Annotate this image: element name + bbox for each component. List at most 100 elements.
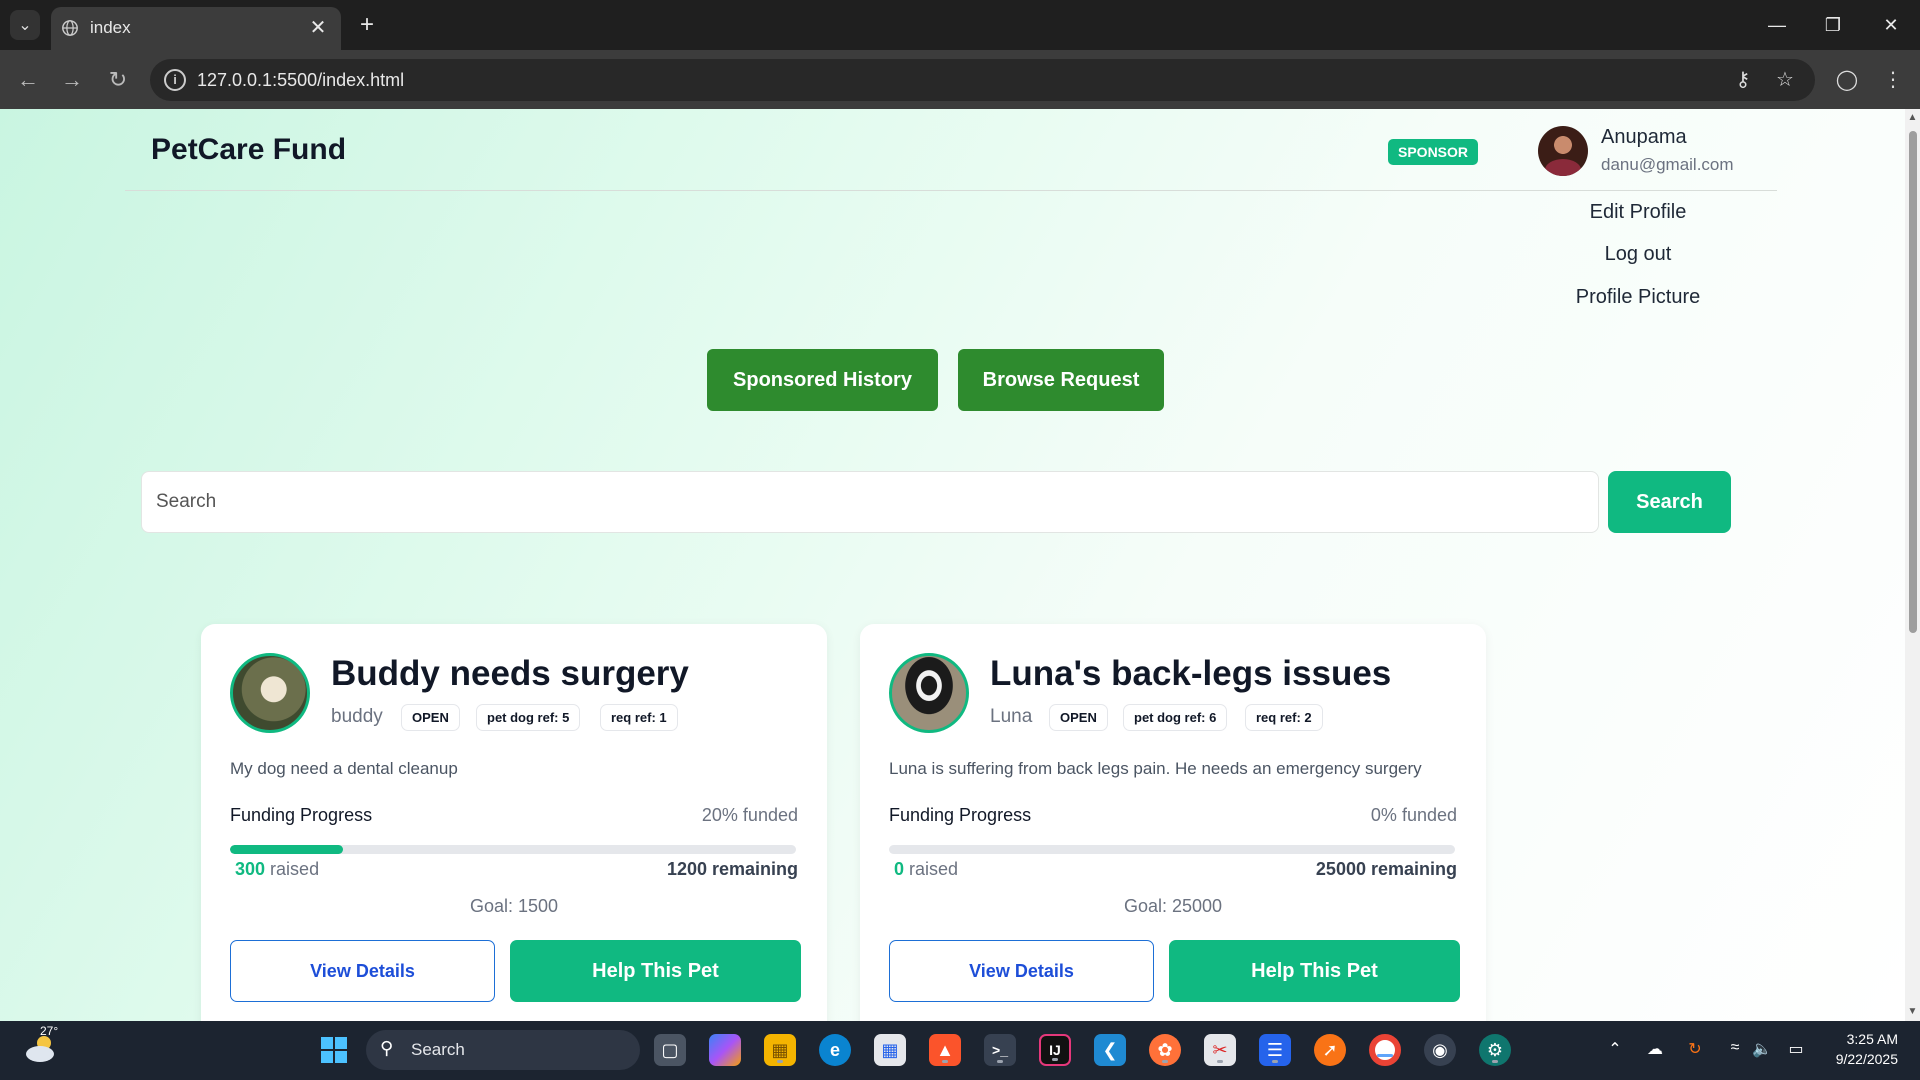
remaining-amount: 1200 remaining [666, 859, 798, 879]
brave-icon[interactable]: ▲ [929, 1034, 961, 1066]
pet-ref-badge: pet dog ref: 6 [1123, 704, 1228, 731]
clock-date[interactable]: 9/22/2025 [1820, 1051, 1898, 1067]
remaining-amount: 25000 remaining [1315, 859, 1457, 879]
obs-icon[interactable]: ◉ [1424, 1034, 1456, 1066]
browser-menu-icon[interactable]: ⋮ [1878, 65, 1908, 95]
clock-time[interactable]: 3:25 AM [1838, 1031, 1898, 1047]
scroll-down-icon[interactable]: ▼ [1907, 1006, 1918, 1018]
browser-tab-bar: ⌄ index ✕ + — ❐ ✕ [0, 0, 1920, 50]
pet-photo [230, 653, 310, 733]
menu-log-out[interactable]: Log out [1538, 243, 1738, 266]
scroll-up-icon[interactable]: ▲ [1907, 112, 1918, 124]
globe-icon [62, 20, 78, 36]
site-info-icon[interactable]: i [164, 69, 186, 91]
role-badge: SPONSOR [1388, 139, 1479, 165]
copilot-icon[interactable] [709, 1034, 741, 1066]
pet-name: buddy [331, 706, 383, 727]
firefox-icon[interactable]: ✿ [1149, 1034, 1181, 1066]
pet-card: Buddy needs surgery buddy OPEN pet dog r… [201, 624, 827, 1021]
view-details-button[interactable]: View Details [889, 940, 1154, 1002]
funding-progress-fill [230, 845, 344, 854]
help-this-pet-button[interactable]: Help This Pet [1169, 940, 1460, 1002]
sync-icon[interactable]: ↻ [1683, 1039, 1707, 1059]
scroll-thumb[interactable] [1909, 131, 1917, 633]
new-tab-icon[interactable]: + [352, 10, 382, 40]
onedrive-cloud-icon[interactable]: ☁ [1643, 1039, 1667, 1059]
menu-edit-profile[interactable]: Edit Profile [1538, 201, 1738, 224]
tab-close-icon[interactable]: ✕ [305, 15, 331, 40]
funded-percent: 0% funded [1370, 805, 1457, 825]
goal-amount: Goal: 1500 [469, 896, 559, 916]
restore-icon[interactable]: ❐ [1818, 10, 1848, 40]
omnibox[interactable]: i 127.0.0.1:5500/index.html ⚷ ☆ [150, 59, 1815, 101]
card-description: My dog need a dental cleanup [230, 759, 458, 778]
page-viewport: PetCare Fund SPONSOR Anupama danu@gmail.… [0, 109, 1905, 1021]
notepad-icon[interactable]: ☰ [1259, 1034, 1291, 1066]
store-icon[interactable]: ▦ [874, 1034, 906, 1066]
user-email: danu@gmail.com [1601, 155, 1734, 174]
raised-number: 0 [894, 859, 905, 879]
funding-progress-bar [889, 845, 1455, 854]
user-name: Anupama [1601, 126, 1687, 148]
view-details-button[interactable]: View Details [230, 940, 495, 1002]
url-text[interactable]: 127.0.0.1:5500/index.html [197, 70, 404, 91]
goal-amount: Goal: 25000 [1123, 896, 1223, 916]
card-title: Buddy needs surgery [331, 654, 689, 693]
terminal-icon[interactable]: >_ [984, 1034, 1016, 1066]
volume-icon[interactable]: 🔈 [1750, 1039, 1774, 1059]
page-scrollbar[interactable]: ▲ ▼ [1905, 109, 1920, 1021]
pet-name: Luna [990, 706, 1033, 727]
tab-search-chevron-icon[interactable]: ⌄ [10, 10, 40, 40]
postman-icon[interactable]: ➚ [1314, 1034, 1346, 1066]
battery-icon[interactable]: ▭ [1784, 1039, 1808, 1059]
snipping-tool-icon[interactable]: ✂ [1204, 1034, 1236, 1066]
card-description: Luna is suffering from back legs pain. H… [889, 759, 1422, 778]
task-view-icon[interactable]: ▢ [654, 1034, 686, 1066]
edge-icon[interactable]: e [819, 1034, 851, 1066]
raised-amount: 0 raised [894, 859, 958, 880]
file-explorer-icon[interactable]: ▦ [764, 1034, 796, 1066]
profile-icon[interactable]: ◯ [1832, 65, 1862, 95]
taskbar-search-text: Search [411, 1040, 465, 1059]
reload-icon[interactable]: ↻ [103, 65, 133, 95]
help-this-pet-button[interactable]: Help This Pet [510, 940, 801, 1002]
search-button[interactable]: Search [1608, 471, 1731, 533]
address-bar-row: ← → ↻ i 127.0.0.1:5500/index.html ⚷ ☆ ◯ … [0, 50, 1920, 109]
chrome-icon[interactable] [1369, 1034, 1401, 1066]
card-title: Luna's back-legs issues [990, 654, 1392, 693]
intellij-icon[interactable]: IJ [1039, 1034, 1071, 1066]
search-icon: ⚲ [380, 1038, 394, 1058]
browse-request-button[interactable]: Browse Request [958, 349, 1164, 411]
back-icon[interactable]: ← [13, 65, 43, 95]
window-close-icon[interactable]: ✕ [1876, 10, 1906, 40]
password-key-icon[interactable]: ⚷ [1730, 67, 1756, 93]
funded-percent: 20% funded [701, 805, 798, 825]
weather-temperature: 27° [40, 1024, 59, 1038]
minimize-icon[interactable]: — [1762, 10, 1792, 40]
req-ref-badge: req ref: 1 [600, 704, 678, 731]
vscode-icon[interactable]: ❮ [1094, 1034, 1126, 1066]
menu-profile-picture[interactable]: Profile Picture [1538, 286, 1738, 309]
status-badge: OPEN [1049, 704, 1108, 731]
pet-ref-badge: pet dog ref: 5 [476, 704, 581, 731]
wifi-icon[interactable]: ≈ [1723, 1039, 1747, 1057]
raised-suffix: raised [904, 859, 959, 879]
windows-start-icon[interactable] [318, 1034, 350, 1066]
avatar[interactable] [1538, 126, 1588, 176]
browser-tab[interactable]: index ✕ [51, 7, 341, 50]
settings-gear-icon[interactable]: ⚙ [1479, 1034, 1511, 1066]
forward-icon[interactable]: → [57, 65, 87, 95]
taskbar: 27° ⚲ Search ▢ ▦ e ▦ ▲ >_ IJ ❮ ✿ ✂ ☰ ➚ ◉… [0, 1021, 1920, 1080]
bookmark-star-icon[interactable]: ☆ [1772, 67, 1798, 93]
raised-amount: 300 raised [235, 859, 319, 880]
tray-chevron-up-icon[interactable]: ⌃ [1603, 1039, 1627, 1059]
funding-label: Funding Progress [889, 805, 1032, 825]
brand-title[interactable]: PetCare Fund [151, 133, 346, 167]
pet-photo [889, 653, 969, 733]
search-input[interactable]: Search [141, 471, 1599, 533]
funding-label: Funding Progress [230, 805, 373, 825]
raised-number: 300 [235, 859, 266, 879]
pet-card: Luna's back-legs issues Luna OPEN pet do… [860, 624, 1486, 1021]
sponsored-history-button[interactable]: Sponsored History [707, 349, 938, 411]
taskbar-search[interactable]: ⚲ Search [366, 1030, 640, 1070]
